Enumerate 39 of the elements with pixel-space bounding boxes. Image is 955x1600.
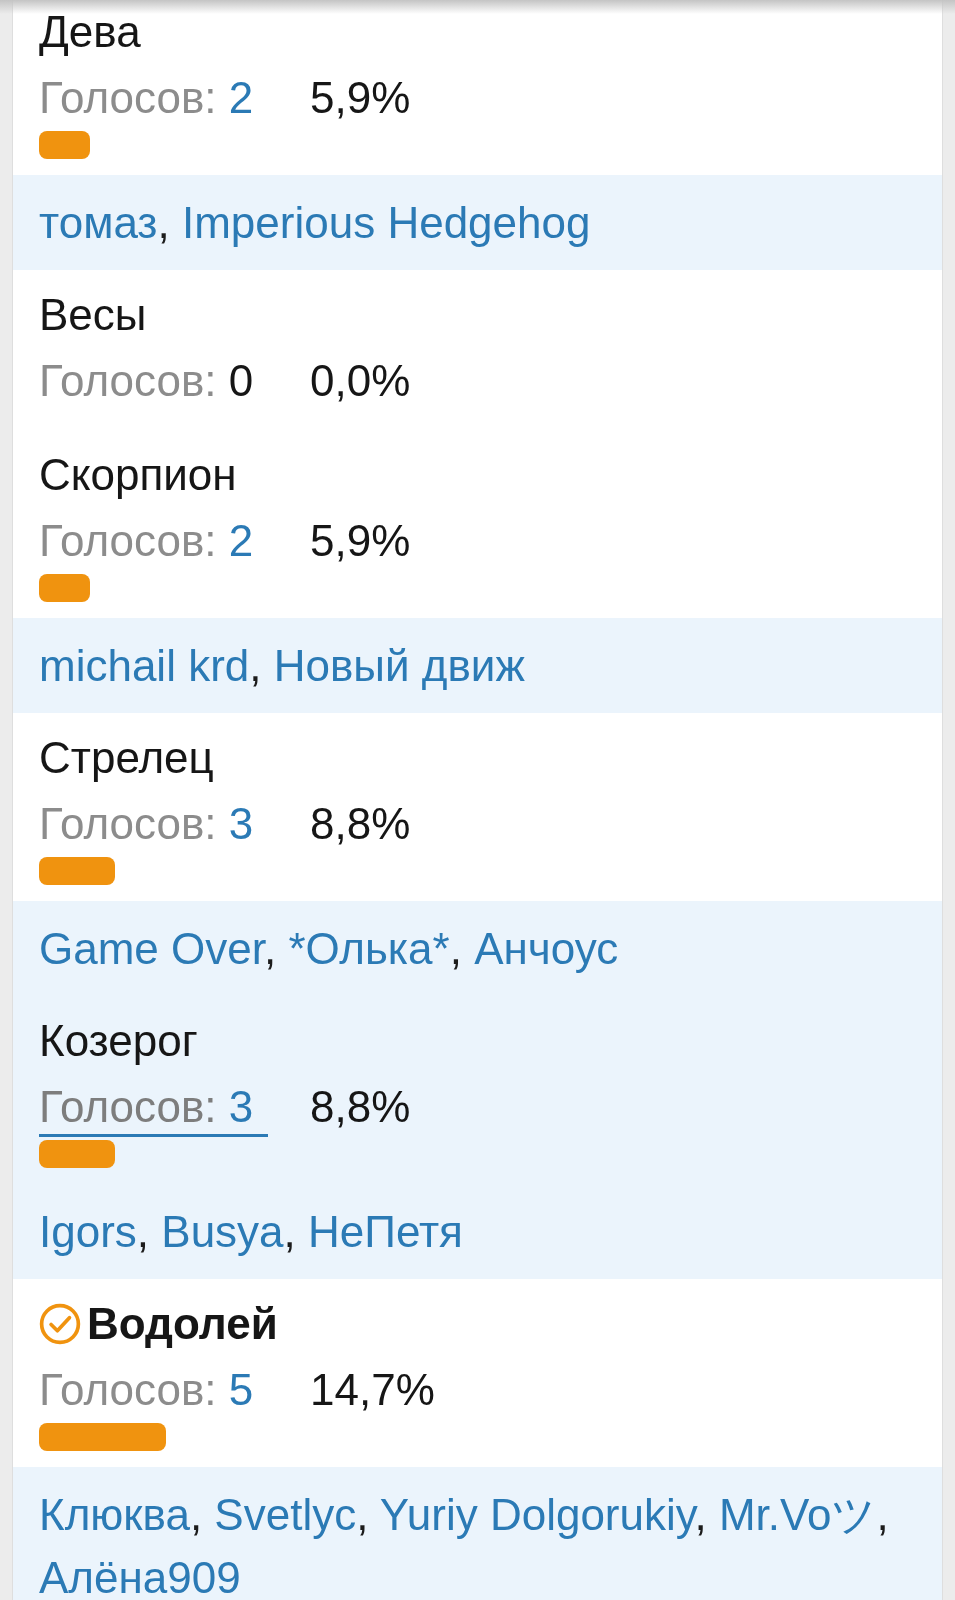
voters-list: michail krd, Новый движ (13, 618, 942, 713)
voter-link[interactable]: Svetlyc (214, 1490, 357, 1539)
voter-link[interactable]: томаз (39, 198, 158, 247)
voter-link[interactable]: Busya (161, 1207, 284, 1256)
voter-link[interactable]: *Олька* (288, 924, 450, 973)
voter-link[interactable]: Клюква (39, 1490, 190, 1539)
voter-link[interactable]: Imperious Hedgehog (182, 198, 591, 247)
voter-link[interactable]: НеПетя (308, 1207, 463, 1256)
voters-list: Igors, Busya, НеПетя (13, 1184, 942, 1279)
voters-list: Клюква, Svetlyc, Yuriy Dolgorukiy, Mr.Voツ, Алёна909 (13, 1467, 942, 1600)
vote-percent: 8,8% (310, 799, 411, 848)
vote-percent: 5,9% (310, 73, 411, 122)
vote-percent: 0,0% (310, 356, 411, 405)
voter-link[interactable]: Game Over (39, 924, 264, 973)
check-circle-icon (39, 1303, 81, 1345)
votes-link[interactable]: Голосов: 2 (39, 71, 268, 125)
votes-link[interactable]: Голосов: 3 (39, 797, 268, 851)
option-title: Козерог (39, 1015, 198, 1067)
voter-link[interactable]: michail krd (39, 641, 250, 690)
voter-link[interactable]: Yuriy Dolgorukiy (379, 1490, 695, 1539)
vote-percent: 14,7% (310, 1365, 435, 1414)
vote-percent: 5,9% (310, 516, 411, 565)
votes-count: Голосов: 0 (39, 355, 255, 407)
option-title: Скорпион (39, 449, 237, 501)
votes-link[interactable]: Голосов: 5 (39, 1363, 268, 1417)
voter-link[interactable]: Новый движ (273, 641, 525, 690)
option-title: Стрелец (39, 732, 214, 784)
voter-link[interactable]: Алёна909 (39, 1553, 241, 1600)
option-title: Водолей (87, 1298, 278, 1350)
voter-link[interactable]: Анчоус (474, 924, 619, 973)
option-title: Весы (39, 289, 147, 341)
voters-list: томаз, Imperious Hedgehog (13, 175, 942, 270)
votes-link[interactable]: Голосов: 2 (39, 514, 268, 568)
voter-link[interactable]: Mr.Voツ (718, 1490, 877, 1539)
votes-link[interactable]: Голосов: 3 (39, 1080, 268, 1137)
voter-link[interactable]: Igors (39, 1207, 137, 1256)
voters-list: Game Over, *Олька*, Анчоус (13, 901, 942, 996)
vote-percent: 8,8% (310, 1082, 411, 1131)
option-title: Дева (39, 6, 141, 58)
